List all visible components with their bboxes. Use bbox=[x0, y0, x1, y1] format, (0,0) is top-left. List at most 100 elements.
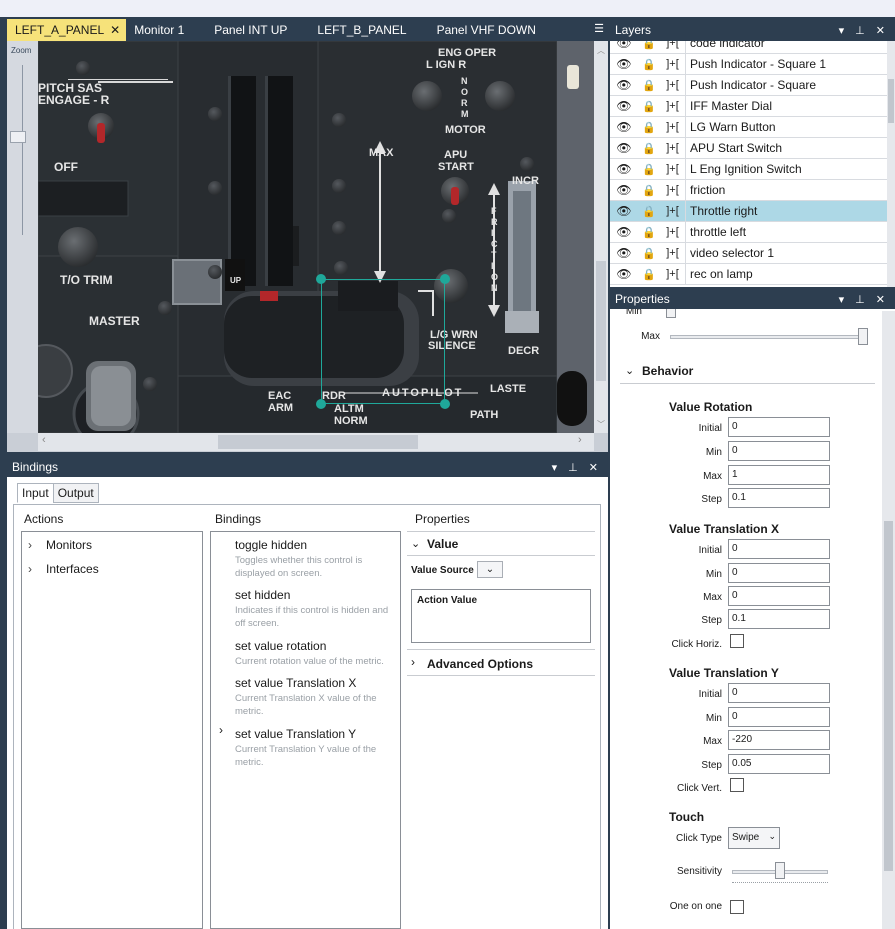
eye-icon[interactable]: 👁 bbox=[610, 162, 638, 176]
bracket-icon[interactable]: ]+[ bbox=[660, 41, 685, 49]
binding-item-set-value-translation-x[interactable]: set value Translation X Current Translat… bbox=[235, 676, 395, 718]
tab-list-menu-icon[interactable]: ☰ bbox=[594, 22, 604, 35]
tab-monitor-1[interactable]: Monitor 1 bbox=[126, 19, 198, 41]
panel-controls[interactable]: ▾ ⊥ ✕ bbox=[839, 293, 895, 306]
max-slider-track[interactable] bbox=[670, 335, 865, 339]
panel-controls[interactable]: ▾ ⊥ ✕ bbox=[552, 461, 608, 474]
scroll-thumb[interactable] bbox=[596, 261, 606, 381]
eye-icon[interactable]: 👁 bbox=[610, 225, 638, 239]
bracket-icon[interactable]: ]+[ bbox=[660, 100, 685, 112]
max-slider-thumb[interactable] bbox=[858, 328, 868, 345]
eye-icon[interactable]: 👁 bbox=[610, 141, 638, 155]
eye-icon[interactable]: 👁 bbox=[610, 267, 638, 281]
zoom-slider-thumb[interactable] bbox=[10, 131, 26, 143]
layer-item[interactable]: 👁 🔒]+[code indicator bbox=[610, 41, 887, 54]
close-icon[interactable]: ✕ bbox=[110, 23, 120, 37]
layer-item[interactable]: 👁 🔒]+[L Eng Ignition Switch bbox=[610, 158, 887, 180]
panel-controls[interactable]: ▾ ⊥ ✕ bbox=[839, 24, 895, 37]
layer-item[interactable]: 👁 🔒]+[LG Warn Button bbox=[610, 116, 887, 138]
cockpit-panel-image[interactable]: PITCH SAS ENGAGE - R OFF ENG OPER L IGN … bbox=[38, 41, 557, 433]
eye-icon[interactable]: 👁 bbox=[610, 204, 638, 218]
translation-x-max-input[interactable]: 0 bbox=[728, 586, 830, 606]
bracket-icon[interactable]: ]+[ bbox=[660, 226, 685, 238]
tree-item-interfaces[interactable]: › Interfaces bbox=[28, 562, 99, 576]
eye-icon[interactable]: 👁 bbox=[610, 41, 638, 50]
lock-icon[interactable]: 🔒 bbox=[638, 121, 660, 134]
bracket-icon[interactable]: ]+[ bbox=[660, 58, 685, 70]
lock-icon[interactable]: 🔒 bbox=[638, 268, 660, 281]
binding-item-toggle-hidden[interactable]: toggle hidden Toggles whether this contr… bbox=[235, 538, 395, 580]
lock-icon[interactable]: 🔒 bbox=[638, 58, 660, 71]
chevron-right-icon[interactable]: › bbox=[28, 562, 46, 576]
layer-item[interactable]: 👁 🔒]+[Push Indicator - Square bbox=[610, 74, 887, 96]
resize-handle-bottom-left[interactable] bbox=[316, 399, 326, 409]
lock-icon[interactable]: 🔒 bbox=[638, 100, 660, 113]
eye-icon[interactable]: 👁 bbox=[610, 246, 638, 260]
bracket-icon[interactable]: ]+[ bbox=[660, 205, 685, 217]
chevron-down-icon[interactable]: ⌄ bbox=[625, 364, 634, 377]
translation-y-initial-input[interactable]: 0 bbox=[728, 683, 830, 703]
translation-y-max-input[interactable]: -220 bbox=[728, 730, 830, 750]
scroll-down-icon[interactable]: ﹀ bbox=[597, 419, 605, 430]
advanced-options-title[interactable]: Advanced Options bbox=[427, 657, 533, 671]
lock-icon[interactable]: 🔒 bbox=[638, 247, 660, 260]
resize-handle-top-left[interactable] bbox=[316, 274, 326, 284]
canvas-vertical-scrollbar[interactable]: ︿ ﹀ bbox=[594, 41, 608, 433]
lock-icon[interactable]: 🔒 bbox=[638, 205, 660, 218]
eye-icon[interactable]: 👁 bbox=[610, 78, 638, 92]
translation-y-step-input[interactable]: 0.05 bbox=[728, 754, 830, 774]
lock-icon[interactable]: 🔒 bbox=[638, 226, 660, 239]
selection-box[interactable] bbox=[321, 279, 445, 404]
tab-left-a-panel[interactable]: LEFT_A_PANEL ✕ bbox=[7, 19, 127, 41]
lock-icon[interactable]: 🔒 bbox=[638, 184, 660, 197]
lock-icon[interactable]: 🔒 bbox=[638, 142, 660, 155]
translation-x-min-input[interactable]: 0 bbox=[728, 563, 830, 583]
click-type-select[interactable]: Swipe ⌄ bbox=[728, 827, 780, 849]
eye-icon[interactable]: 👁 bbox=[610, 120, 638, 134]
zoom-slider-track[interactable] bbox=[22, 65, 23, 235]
chevron-down-icon[interactable]: ⌄ bbox=[411, 537, 420, 550]
click-horiz-checkbox[interactable] bbox=[730, 634, 744, 648]
binding-item-set-hidden[interactable]: set hidden Indicates if this control is … bbox=[235, 588, 395, 630]
tab-left-b-panel[interactable]: LEFT_B_PANEL bbox=[301, 19, 420, 41]
rotation-step-input[interactable]: 0.1 bbox=[728, 488, 830, 508]
binding-item-set-value-translation-y[interactable]: set value Translation Y Current Translat… bbox=[235, 727, 395, 769]
binding-item-set-value-rotation[interactable]: set value rotation Current rotation valu… bbox=[235, 639, 395, 668]
action-value-box[interactable]: Action Value bbox=[411, 589, 591, 643]
scroll-thumb[interactable] bbox=[888, 79, 894, 123]
bracket-icon[interactable]: ]+[ bbox=[660, 121, 685, 133]
rotation-min-input[interactable]: 0 bbox=[728, 441, 830, 461]
eng-ign-left-toggle[interactable] bbox=[412, 81, 442, 111]
bracket-icon[interactable]: ]+[ bbox=[660, 268, 685, 280]
layers-scrollbar[interactable] bbox=[887, 41, 895, 287]
eng-ign-right-toggle[interactable] bbox=[485, 81, 515, 111]
tab-panel-int-up[interactable]: Panel INT UP bbox=[198, 19, 301, 41]
bracket-icon[interactable]: ]+[ bbox=[660, 142, 685, 154]
translation-y-min-input[interactable]: 0 bbox=[728, 707, 830, 727]
bracket-icon[interactable]: ]+[ bbox=[660, 184, 685, 196]
bracket-icon[interactable]: ]+[ bbox=[660, 163, 685, 175]
layer-item[interactable]: 👁 🔒]+[friction bbox=[610, 179, 887, 201]
eye-icon[interactable]: 👁 bbox=[610, 57, 638, 71]
layer-item[interactable]: 👁 🔒]+[rec on lamp bbox=[610, 263, 887, 285]
scroll-thumb[interactable] bbox=[884, 521, 893, 871]
canvas-horizontal-scrollbar[interactable]: ‹ › bbox=[38, 433, 594, 451]
resize-handle-top-right[interactable] bbox=[440, 274, 450, 284]
tab-input[interactable]: Input bbox=[17, 483, 54, 503]
scroll-right-icon[interactable]: › bbox=[578, 434, 582, 446]
translation-x-initial-input[interactable]: 0 bbox=[728, 539, 830, 559]
lock-icon[interactable]: 🔒 bbox=[638, 163, 660, 176]
tree-item-monitors[interactable]: › Monitors bbox=[28, 538, 92, 552]
min-slider-thumb[interactable] bbox=[666, 309, 676, 318]
bracket-icon[interactable]: ]+[ bbox=[660, 79, 685, 91]
t-o-trim-button[interactable] bbox=[58, 227, 98, 267]
layer-item-selected[interactable]: 👁 🔒]+[Throttle right bbox=[610, 200, 887, 222]
scroll-left-icon[interactable]: ‹ bbox=[42, 434, 46, 446]
tab-output[interactable]: Output bbox=[52, 483, 99, 503]
lock-icon[interactable]: 🔒 bbox=[638, 41, 660, 50]
layer-item[interactable]: 👁 🔒]+[throttle left bbox=[610, 221, 887, 243]
scroll-thumb[interactable] bbox=[218, 435, 418, 449]
bracket-icon[interactable]: ]+[ bbox=[660, 247, 685, 259]
value-source-dropdown[interactable]: ⌄ bbox=[477, 561, 503, 578]
click-vert-checkbox[interactable] bbox=[730, 778, 744, 792]
